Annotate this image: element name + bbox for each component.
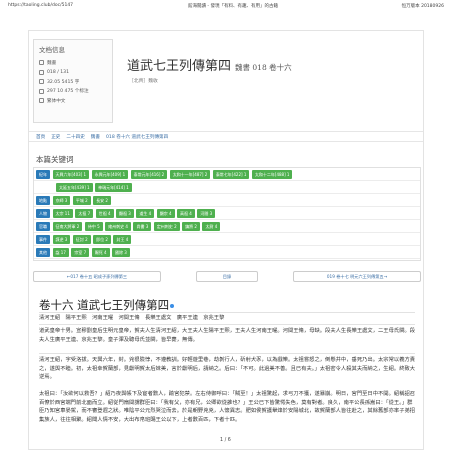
browser-top-bar: https://taoling.club/doc/5147 館海閱讀 - 發現「… [0, 0, 452, 12]
keyword-tag[interactable]: 世祖 4 [95, 208, 114, 218]
keyword-row: 其他諡 17 宗室 7 賜死 4 國除 3 [34, 246, 420, 259]
breadcrumb-item[interactable]: 正史 [51, 134, 60, 140]
keyword-tag[interactable]: 征討 2 [72, 234, 91, 244]
keyword-row: 人物 太宗 11 太祖 7 世祖 4 顯祖 3 道生 4 顯宗 4 高祖 4 河間 3 [34, 207, 420, 220]
keyword-tag[interactable]: 泰常七年[422] 1 [212, 169, 250, 179]
keyword-tag[interactable]: 定州刺史 2 [153, 221, 180, 231]
reads-icon [39, 88, 44, 94]
chapter-roster: 清河王紹 陽平王熙 河南王曜 河間王脩 長樂王處文 廣平王連 京兆王黎 [39, 315, 225, 321]
keyword-tag[interactable]: 太宗 11 [52, 208, 73, 218]
chapter-paragraph: 道武皇帝十男。宣穆劉皇后生明元皇帝，賀夫人生清河王紹，大王夫人生陽平王熙，王夫人… [39, 328, 416, 343]
info-text: 297 10 475 个标注 [47, 89, 89, 95]
document-info-panel: 文档信息 魏書 018 / 131 32.05 5415 字 297 10 47… [33, 39, 113, 123]
keyword-row: 紀年 天興六年[403] 1 永興元年[409] 1 泰常元年[416] 2 太和十一年… [34, 168, 420, 181]
keyword-tag[interactable]: 太延五年[439] 1 [56, 182, 93, 192]
keyword-tag[interactable]: 太尉 4 [202, 221, 221, 231]
info-text: 魏書 [47, 60, 57, 66]
annotation-marker-icon[interactable] [170, 304, 175, 308]
page-url[interactable]: https://taoling.club/doc/5147 [8, 3, 73, 8]
keyword-tag[interactable]: 太和十二年[488] 1 [251, 169, 293, 179]
info-title: 文档信息 [39, 46, 65, 54]
keyword-tag[interactable]: 侍中 5 [84, 221, 103, 231]
divider [39, 353, 415, 354]
keyword-category-tag[interactable]: 其他 [36, 247, 50, 257]
breadcrumb-item[interactable]: 魏書 [91, 134, 100, 140]
keyword-category-tag[interactable]: 事件 [36, 234, 50, 244]
keyword-category-tag[interactable]: 人物 [36, 208, 50, 218]
keyword-row: 官職 征南大將軍 2 侍中 5 雍州刺史 4 尚書 3 定州刺史 2 鎮將 2 太尉 4 [34, 220, 420, 233]
keyword-tag[interactable]: 天興六年[403] 1 [52, 169, 90, 179]
keywords-panel: 紀年 天興六年[403] 1 永興元年[409] 1 泰常元年[416] 2 太和十一年… [33, 167, 421, 261]
keyword-tag[interactable]: 河間 3 [197, 208, 216, 218]
tag-icon [39, 98, 44, 104]
keyword-tag[interactable]: 神瑞元年[414] 1 [95, 182, 132, 192]
keyword-tag[interactable]: 賜死 4 [91, 247, 110, 257]
chapter-paragraph: 清河王紹，字受洛拔。天興六年，封。兇很險悖，不遵教訓。好輕遊里巷，劫剝行人，斫射… [39, 357, 416, 381]
keyword-tag[interactable]: 泰常元年[416] 2 [130, 169, 168, 179]
info-row: 32.05 5415 字 [39, 77, 107, 87]
chapter-paragraph: 太祖曰：「汝欲何以救吾？」紹乃夜與帳下及宦者數人，踰宮犯禁。左右侍御呼曰：「賊至… [39, 391, 416, 423]
keyword-tag[interactable]: 即位 2 [93, 234, 111, 244]
document-page: 文档信息 魏書 018 / 131 32.05 5415 字 297 10 47… [28, 30, 424, 450]
info-row: 297 10 475 个标注 [39, 87, 107, 97]
keyword-category-tag[interactable]: 紀年 [36, 169, 50, 179]
document-title-block: 道武七王列傳第四 魏書 018 卷十六 [127, 55, 292, 74]
keyword-tag[interactable]: 高祖 4 [177, 208, 195, 218]
keyword-tag[interactable]: 京師 3 [52, 195, 71, 205]
version-label: 恒万版本 20180926 [401, 4, 444, 9]
breadcrumb: 首頁 正史 二十四史 魏書 018 卷十六 道武七王列傳第四 [29, 131, 423, 142]
keyword-tag[interactable]: 宗室 7 [71, 247, 90, 257]
keyword-tag[interactable]: 道生 4 [136, 208, 155, 218]
divider [39, 312, 415, 313]
keyword-tag[interactable]: 謀逆 3 [52, 234, 71, 244]
info-text: 32.05 5415 字 [47, 79, 80, 85]
keyword-tag[interactable]: 鎮將 2 [182, 221, 200, 231]
keyword-tag[interactable]: 長安 2 [93, 195, 111, 205]
info-row: 018 / 131 [39, 68, 107, 78]
keyword-tag[interactable]: 國除 3 [112, 247, 130, 257]
keyword-tag[interactable]: 雍州刺史 4 [105, 221, 131, 231]
keyword-tag[interactable]: 永興元年[409] 1 [91, 169, 129, 179]
keyword-tag[interactable]: 征南大將軍 2 [52, 221, 83, 231]
prev-chapter-button[interactable]: ←017 卷十五 昭成子孫列傳第三 [33, 271, 161, 282]
keyword-tag[interactable]: 封王 4 [113, 234, 132, 244]
keyword-tag[interactable]: 平城 2 [72, 195, 91, 205]
book-icon [39, 60, 44, 66]
keyword-tag[interactable]: 諡 17 [52, 247, 69, 257]
keyword-category-tag[interactable]: 官職 [36, 221, 50, 231]
page-indicator: 1 / 6 [220, 438, 231, 443]
keyword-category-tag[interactable]: 地點 [36, 195, 50, 205]
chapter-navigation: ←017 卷十五 昭成子孫列傳第三 目錄 019 卷十七 明元六王列傳第五→ [33, 271, 421, 282]
table-of-contents-button[interactable]: 目錄 [196, 271, 258, 282]
keywords-heading: 本篇关键词 [36, 155, 74, 164]
volume-icon [39, 69, 44, 75]
document-title: 道武七王列傳第四 [127, 59, 232, 74]
next-chapter-button[interactable]: 019 卷十七 明元六王列傳第五→ [293, 271, 421, 282]
divider [39, 324, 415, 325]
keyword-row: 事件 謀逆 3 征討 2 即位 2 封王 4 [34, 233, 420, 246]
keyword-tag[interactable]: 顯祖 3 [116, 208, 134, 218]
info-row: 繁体中文 [39, 96, 107, 106]
breadcrumb-item[interactable]: 二十四史 [66, 134, 84, 140]
document-subtitle: 魏書 018 卷十六 [235, 63, 292, 72]
browser-page-title: 館海閱讀 - 發現「有料、有趣、有用」的古籍 [188, 4, 278, 9]
breadcrumb-item[interactable]: 首頁 [36, 134, 45, 140]
info-text: 018 / 131 [47, 69, 70, 75]
keyword-tag[interactable]: 太和十一年[487] 2 [169, 169, 211, 179]
chapter-heading: 卷十六 道武七王列傳第四 [39, 297, 175, 313]
chapter-heading-text: 卷十六 道武七王列傳第四 [39, 298, 170, 312]
keyword-tag[interactable]: 太祖 7 [75, 208, 94, 218]
keyword-row: 地點 京師 3 平城 2 長安 2 [34, 194, 420, 207]
keyword-tag[interactable]: 顯宗 4 [156, 208, 175, 218]
keyword-row: 太延五年[439] 1 神瑞元年[414] 1 [34, 181, 420, 194]
info-row: 魏書 [39, 58, 107, 68]
info-text: 繁体中文 [47, 98, 66, 104]
document-author[interactable]: ［北齊］魏收 [129, 77, 158, 84]
characters-icon [39, 79, 44, 85]
breadcrumb-current: 018 卷十六 道武七王列傳第四 [106, 134, 169, 140]
keyword-tag[interactable]: 尚書 3 [133, 221, 152, 231]
